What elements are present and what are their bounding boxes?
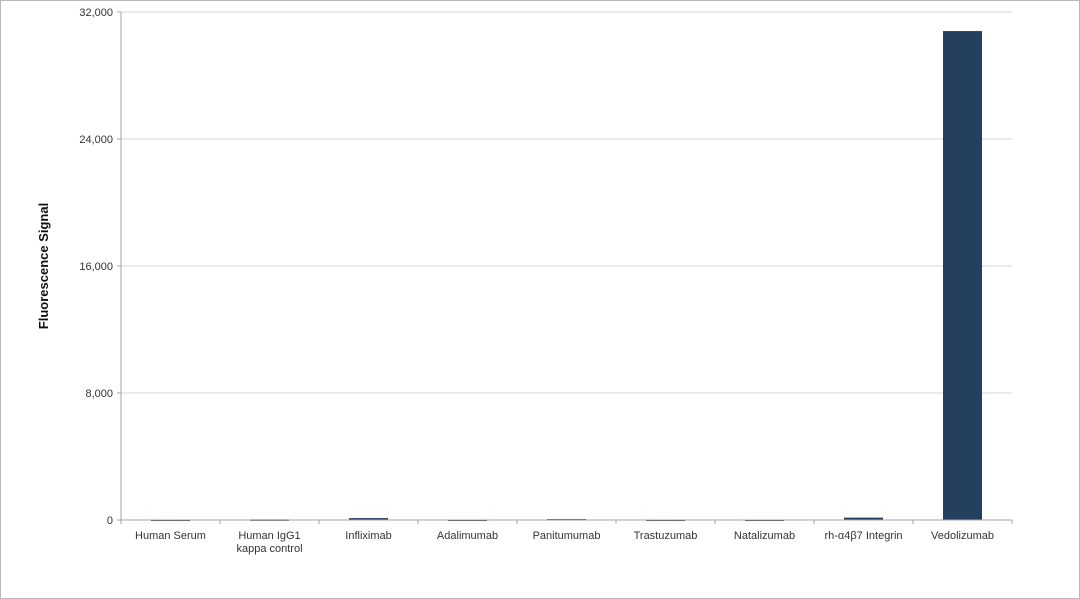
y-tick-label: 24,000	[79, 134, 113, 146]
chart-frame: 0 8,000 16,000 24,000 32,000 Human Serum Huma…	[0, 0, 1080, 599]
x-category-label: Infliximab	[345, 530, 391, 542]
x-category-label: Panitumumab	[533, 530, 601, 542]
gridlines	[121, 11, 1012, 394]
x-category-label: Trastuzumab	[634, 530, 698, 542]
x-category-label: Human Serum	[135, 530, 206, 542]
x-axis-labels: Human Serum Human IgG1 kappa control Inflix…	[120, 520, 1013, 555]
x-category-label: Adalimumab	[437, 530, 498, 542]
y-tick-label: 0	[107, 515, 113, 527]
y-axis-title: Fluorescence Signal	[36, 203, 51, 329]
bar-chart: 08,00016,00024,00032,000 Human Serum Huma…	[36, 7, 1013, 555]
y-tick-label: 32,000	[79, 7, 113, 19]
x-category-label: rh-α4β7 Integrin	[824, 530, 902, 542]
bar	[943, 31, 982, 521]
bars	[151, 31, 982, 522]
y-tick-label: 16,000	[79, 261, 113, 273]
y-axis-ticks: 0 8,000 16,000 24,000 32,000	[79, 7, 121, 527]
x-category-label: Vedolizumab	[931, 530, 994, 542]
x-category-label: Natalizumab	[734, 530, 795, 542]
x-category-label: Human IgG1 kappa control	[236, 530, 302, 555]
y-tick-label: 8,000	[85, 388, 113, 400]
